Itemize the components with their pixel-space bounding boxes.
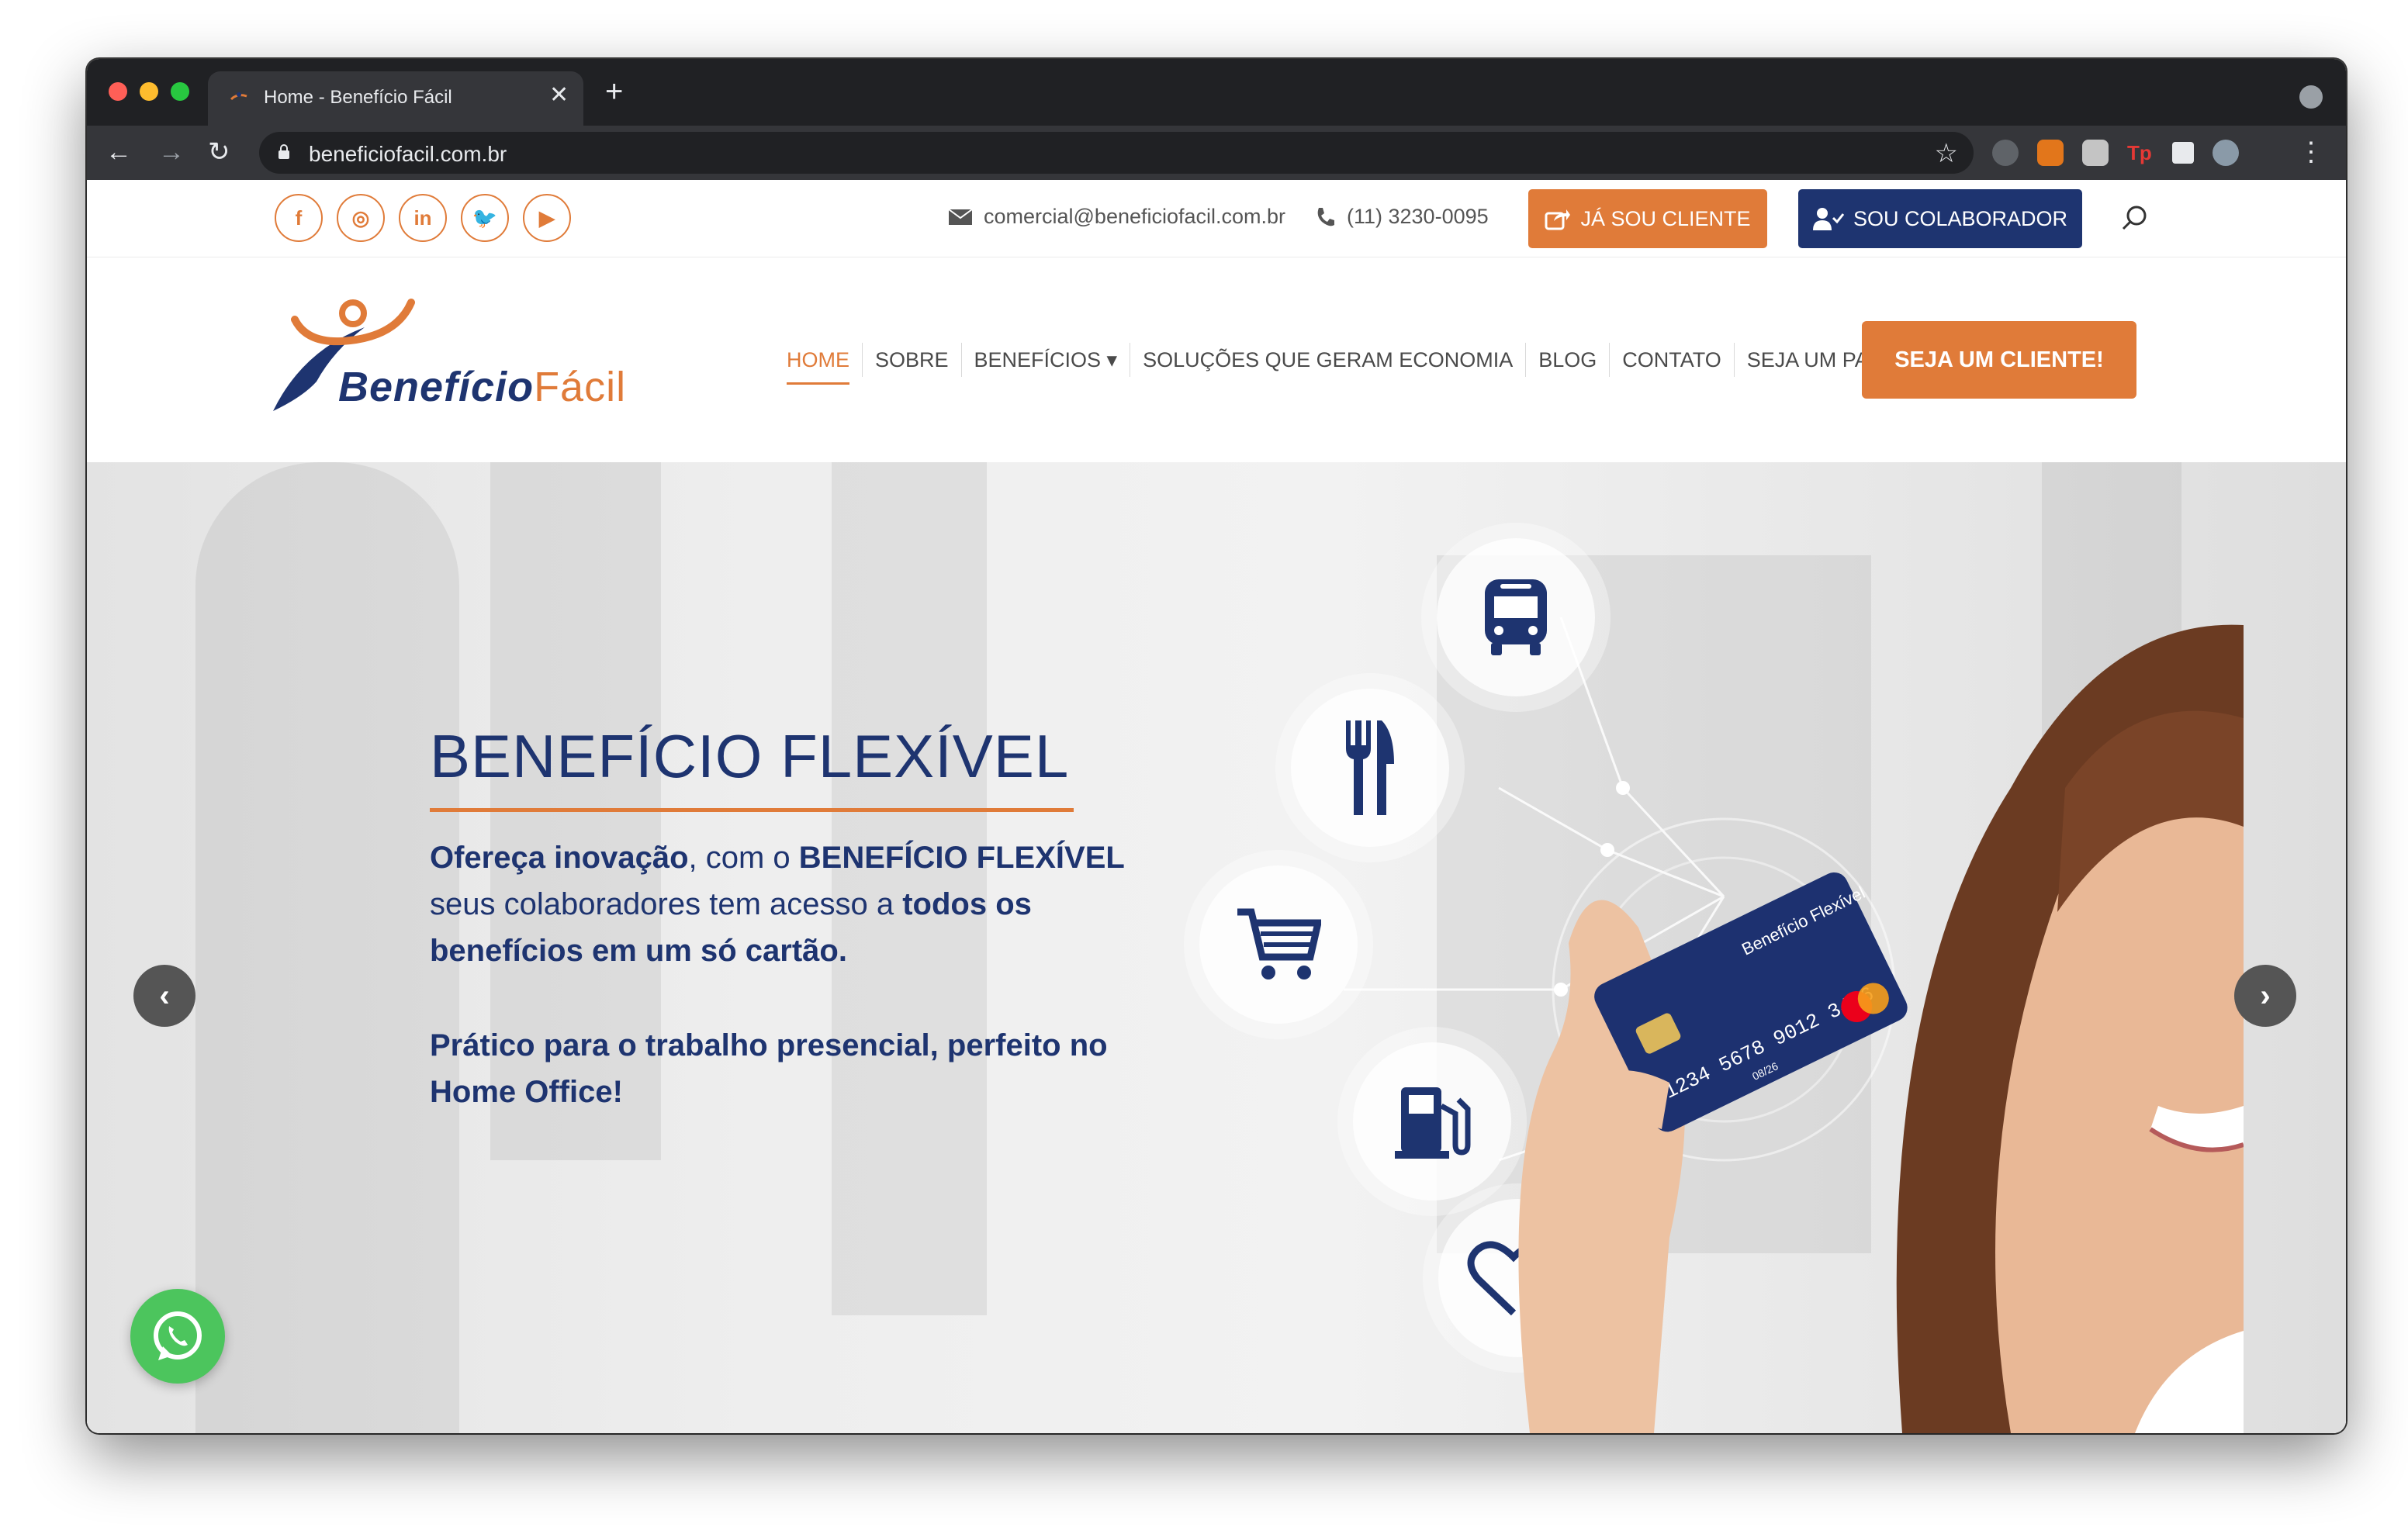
woman-photo: 1234 5678 9012 3456 Benefício Flexível 0… bbox=[1518, 624, 2244, 1433]
extension-m-icon[interactable] bbox=[2082, 140, 2109, 166]
browser-window: Home - Benefício Fácil ✕ + ← → ↻ benefic… bbox=[87, 59, 2346, 1433]
main-menu: HOME SOBRE BENEFÍCIOS ▾ SOLUÇÕES QUE GER… bbox=[774, 343, 1979, 385]
search-icon[interactable] bbox=[2119, 203, 2150, 234]
email-contact[interactable]: comercial@beneficiofacil.com.br bbox=[948, 205, 1285, 229]
close-window-button[interactable] bbox=[109, 82, 127, 101]
extension-tp-icon[interactable]: Tp bbox=[2127, 140, 2154, 166]
web-page: f ◎ in 🐦 ▶ comercial@beneficiofacil.com.… bbox=[87, 180, 2346, 1433]
menu-sobre[interactable]: SOBRE bbox=[863, 343, 962, 377]
menu-solucoes[interactable]: SOLUÇÕES QUE GERAM ECONOMIA bbox=[1130, 343, 1527, 377]
back-button[interactable]: ← bbox=[106, 135, 132, 169]
hero-title: BENEFÍCIO FLEXÍVEL bbox=[430, 722, 1070, 790]
extension-circle-icon[interactable] bbox=[1992, 140, 2019, 166]
forward-button[interactable]: → bbox=[158, 135, 185, 169]
meal-benefit bbox=[1291, 689, 1449, 847]
tab-search-icon[interactable] bbox=[2299, 85, 2323, 109]
profile-avatar[interactable] bbox=[2213, 140, 2239, 166]
hero-paragraph-1: Ofereça inovação, com o BENEFÍCIO FLEXÍV… bbox=[430, 841, 1125, 968]
seja-um-cliente-button[interactable]: SEJA UM CLIENTE! bbox=[1862, 321, 2136, 399]
sou-colaborador-label: SOU COLABORADOR bbox=[1853, 206, 2068, 230]
envelope-icon bbox=[948, 208, 973, 225]
email-text: comercial@beneficiofacil.com.br bbox=[984, 205, 1286, 228]
cart-icon bbox=[1237, 908, 1321, 979]
minimize-window-button[interactable] bbox=[140, 82, 158, 101]
whatsapp-icon bbox=[154, 1311, 202, 1360]
top-bar: f ◎ in 🐦 ▶ comercial@beneficiofacil.com.… bbox=[87, 180, 2346, 257]
fuel-icon bbox=[1395, 1087, 1471, 1159]
tab-title: Home - Benefício Fácil bbox=[264, 87, 452, 108]
site-logo[interactable]: BenefícioFácil bbox=[272, 296, 625, 420]
phone-text: (11) 3230-0095 bbox=[1347, 205, 1489, 228]
browser-menu-icon[interactable]: ⋮ bbox=[2298, 135, 2324, 169]
twitter-icon[interactable]: 🐦 bbox=[461, 194, 509, 242]
ja-sou-cliente-button[interactable]: JÁ SOU CLIENTE bbox=[1528, 189, 1767, 248]
youtube-icon[interactable]: ▶ bbox=[523, 194, 571, 242]
favicon-icon bbox=[230, 92, 247, 101]
menu-blog[interactable]: BLOG bbox=[1526, 343, 1611, 377]
hero-divider bbox=[430, 808, 1074, 812]
ja-sou-cliente-label: JÁ SOU CLIENTE bbox=[1580, 206, 1751, 230]
site-header: BenefícioFácil HOME SOBRE BENEFÍCIOS ▾ S… bbox=[87, 257, 2346, 462]
whatsapp-button[interactable] bbox=[130, 1289, 225, 1384]
maximize-window-button[interactable] bbox=[171, 82, 189, 101]
sou-colaborador-button[interactable]: SOU COLABORADOR bbox=[1798, 189, 2082, 248]
hero-slider: 1234 5678 9012 3456 Benefício Flexível 0… bbox=[87, 462, 2346, 1433]
browser-tab[interactable]: Home - Benefício Fácil ✕ bbox=[208, 71, 583, 126]
instagram-icon[interactable]: ◎ bbox=[337, 194, 385, 242]
linkedin-icon[interactable]: in bbox=[399, 194, 447, 242]
extension-fox-icon[interactable] bbox=[2037, 140, 2064, 166]
phone-icon bbox=[1317, 207, 1334, 226]
menu-contato[interactable]: CONTATO bbox=[1610, 343, 1735, 377]
hero-paragraph-2: Prático para o trabalho presencial, perf… bbox=[430, 1028, 1108, 1109]
tab-bar: Home - Benefício Fácil ✕ + bbox=[87, 59, 2346, 126]
browser-toolbar: ← → ↻ beneficiofacil.com.br ☆ Tp ⋮ bbox=[87, 126, 2346, 180]
reload-button[interactable]: ↻ bbox=[208, 135, 230, 169]
menu-home[interactable]: HOME bbox=[774, 343, 863, 385]
slider-next-button[interactable]: › bbox=[2234, 965, 2296, 1027]
shopping-benefit bbox=[1199, 865, 1358, 1024]
facebook-icon[interactable]: f bbox=[275, 194, 323, 242]
phone-contact[interactable]: (11) 3230-0095 bbox=[1314, 205, 1489, 229]
url-text: beneficiofacil.com.br bbox=[309, 142, 507, 166]
address-bar[interactable]: beneficiofacil.com.br ☆ bbox=[259, 132, 1974, 174]
menu-beneficios[interactable]: BENEFÍCIOS ▾ bbox=[962, 343, 1131, 377]
slider-prev-button[interactable]: ‹ bbox=[133, 965, 195, 1027]
cutlery-icon bbox=[1346, 720, 1394, 815]
bookmark-star-icon[interactable]: ☆ bbox=[1935, 138, 1958, 169]
extensions-puzzle-icon[interactable] bbox=[2172, 142, 2194, 164]
logo-wordmark: BenefícioFácil bbox=[338, 364, 627, 410]
user-check-icon bbox=[1812, 208, 1844, 230]
tab-close-icon[interactable]: ✕ bbox=[549, 84, 569, 107]
share-icon bbox=[1545, 209, 1571, 230]
new-tab-button[interactable]: + bbox=[605, 76, 623, 107]
lock-icon bbox=[279, 144, 289, 159]
